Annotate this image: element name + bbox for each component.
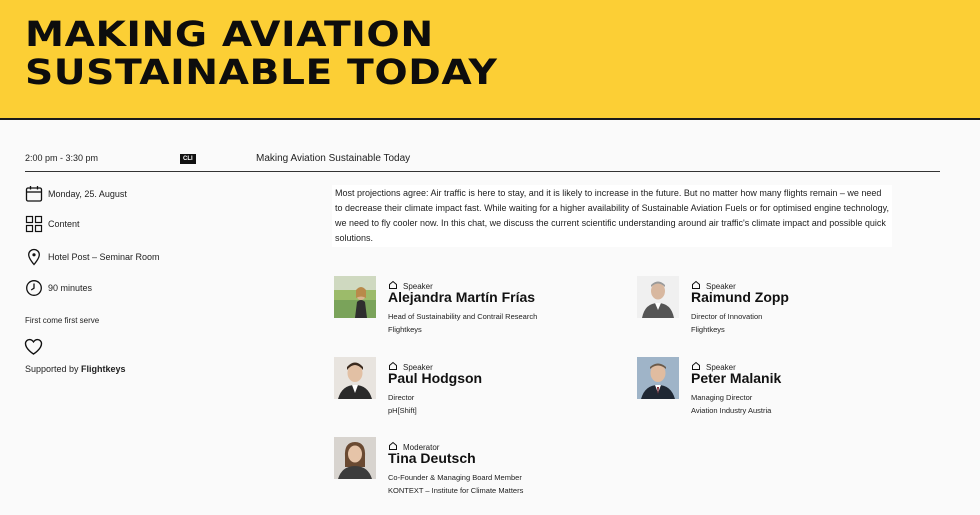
person-card[interactable]: Speaker Alejandra Martín Frías Head of S… <box>334 276 614 336</box>
page-title-line2: SUSTAINABLE TODAY <box>25 53 498 93</box>
person-name[interactable]: Peter Malanik <box>691 370 781 386</box>
admission-note: First come first serve <box>25 316 100 325</box>
session-meta-bar: 2:00 pm - 3:30 pm CLI Making Aviation Su… <box>25 150 940 172</box>
person-title: Managing Director <box>691 393 753 402</box>
person-title: Co-Founder & Managing Board Member <box>388 473 522 482</box>
person-title: Director of Innovation <box>691 312 763 321</box>
supported-by: Supported by Flightkeys <box>25 364 126 374</box>
person-org: pH[Shift] <box>388 406 417 415</box>
person-name[interactable]: Alejandra Martín Frías <box>388 289 535 305</box>
person-name[interactable]: Raimund Zopp <box>691 289 789 305</box>
person-org: KONTEXT – Institute for Climate Matters <box>388 486 524 495</box>
person-card[interactable]: Speaker Raimund Zopp Director of Innovat… <box>637 276 917 336</box>
person-card[interactable]: Speaker Peter Malanik Managing Director … <box>637 357 917 417</box>
person-org: Flightkeys <box>388 325 422 334</box>
person-title: Director <box>388 393 415 402</box>
session-time: 2:00 pm - 3:30 pm <box>25 153 99 163</box>
location-pin-icon <box>25 248 43 266</box>
person-photo <box>334 437 376 479</box>
person-card[interactable]: Moderator Tina Deutsch Co-Founder & Mana… <box>334 437 614 497</box>
person-photo <box>637 357 679 399</box>
clock-icon <box>25 279 43 297</box>
session-title: Making Aviation Sustainable Today <box>256 153 411 164</box>
person-photo <box>334 357 376 399</box>
person-card[interactable]: Speaker Paul Hodgson Director pH[Shift] <box>334 357 614 417</box>
person-org: Aviation Industry Austria <box>691 406 772 415</box>
category-row: Content <box>25 215 80 233</box>
person-name[interactable]: Paul Hodgson <box>388 370 482 386</box>
session-duration: 90 minutes <box>48 283 93 293</box>
supported-by-label: Supported by <box>25 364 82 374</box>
session-category: Content <box>48 219 80 229</box>
supporter-name[interactable]: Flightkeys <box>81 364 126 374</box>
duration-row: 90 minutes <box>25 279 92 297</box>
heart-icon[interactable] <box>24 338 43 361</box>
person-name[interactable]: Tina Deutsch <box>388 450 476 466</box>
page-title-line1: MAKING AVIATION <box>25 15 434 55</box>
person-photo <box>334 276 376 318</box>
session-date: Monday, 25. August <box>48 189 127 199</box>
session-description: Most projections agree: Air traffic is h… <box>332 185 892 247</box>
date-row: Monday, 25. August <box>25 185 127 203</box>
person-photo <box>637 276 679 318</box>
calendar-icon <box>25 185 43 203</box>
session-location: Hotel Post – Seminar Room <box>48 252 160 262</box>
person-title: Head of Sustainability and Contrail Rese… <box>388 312 538 321</box>
page-title: MAKING AVIATION SUSTAINABLE TODAY <box>25 16 497 92</box>
location-row: Hotel Post – Seminar Room <box>25 248 160 266</box>
grid-icon <box>25 215 43 233</box>
person-org: Flightkeys <box>691 325 725 334</box>
session-tag-badge: CLI <box>180 154 196 164</box>
hero-banner: MAKING AVIATION SUSTAINABLE TODAY <box>0 0 980 120</box>
